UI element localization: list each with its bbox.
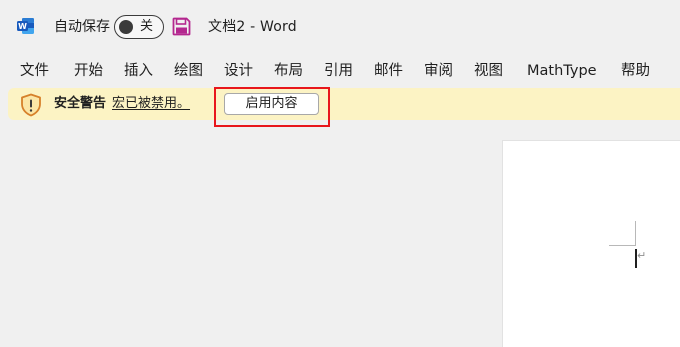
tab-file[interactable]: 文件 <box>20 61 49 81</box>
paragraph-mark: ↵ <box>637 249 647 262</box>
tab-design[interactable]: 设计 <box>224 61 253 81</box>
autosave-label: 自动保存 <box>54 19 110 35</box>
autosave-toggle[interactable]: 关 <box>114 15 164 39</box>
tab-review[interactable]: 审阅 <box>424 61 453 81</box>
shield-warning-icon <box>21 93 41 117</box>
autosave-state: 关 <box>140 19 154 34</box>
macros-disabled-link[interactable]: 宏已被禁用。 <box>112 96 190 112</box>
security-warning-bar: 安全警告 宏已被禁用。 启用内容 <box>8 88 680 120</box>
floppy-disk-icon[interactable] <box>172 17 191 36</box>
toggle-knob <box>119 20 133 34</box>
tab-draw[interactable]: 绘图 <box>174 61 203 81</box>
tab-view[interactable]: 视图 <box>474 61 503 81</box>
security-warning-title: 安全警告 <box>54 96 107 111</box>
tab-layout[interactable]: 布局 <box>274 61 303 81</box>
tab-home[interactable]: 开始 <box>74 61 103 81</box>
margin-corner-mark <box>635 221 636 246</box>
word-logo-icon[interactable]: W <box>17 17 35 35</box>
tab-help[interactable]: 帮助 <box>621 61 650 81</box>
tab-insert[interactable]: 插入 <box>124 61 153 81</box>
tab-mathtype[interactable]: MathType <box>527 61 597 81</box>
tab-references[interactable]: 引用 <box>324 61 353 81</box>
svg-text:W: W <box>18 22 27 31</box>
document-title: 文档2 - Word <box>208 19 297 35</box>
document-page[interactable]: ↵ <box>502 140 680 347</box>
red-highlight-box <box>214 87 330 127</box>
margin-corner-mark <box>609 245 636 246</box>
title-bar: W 自动保存 关 文档2 - Word <box>0 0 680 52</box>
tab-mailings[interactable]: 邮件 <box>374 61 403 81</box>
ribbon-tabs: 文件 开始 插入 绘图 设计 布局 引用 邮件 审阅 视图 MathType 帮… <box>0 58 680 86</box>
